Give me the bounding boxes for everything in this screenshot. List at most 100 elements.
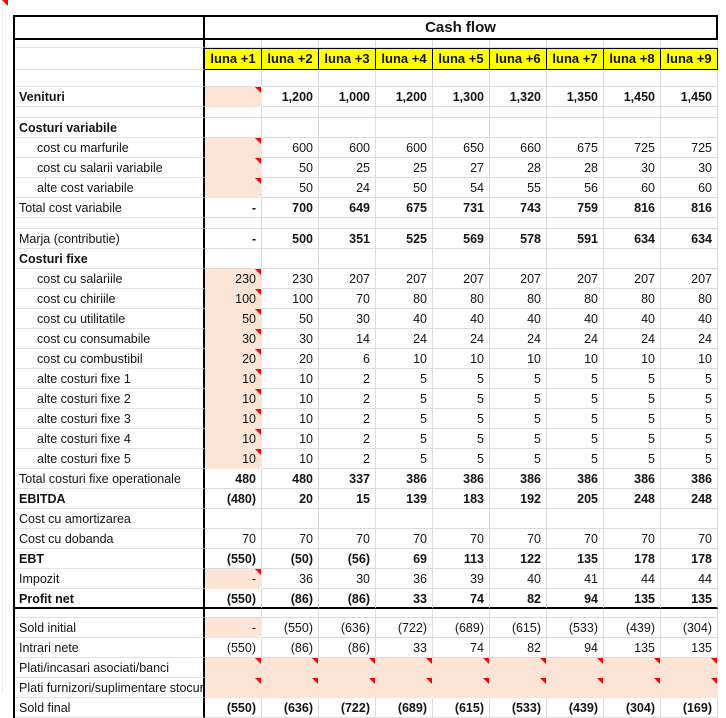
cell[interactable]	[433, 678, 490, 698]
column-header-luna-9[interactable]: luna +9	[661, 48, 718, 70]
cell[interactable]	[490, 658, 547, 678]
cell[interactable]: 41	[547, 569, 604, 589]
cell[interactable]: 5	[376, 449, 433, 469]
cell[interactable]: 70	[547, 529, 604, 549]
empty-cell[interactable]	[547, 218, 604, 229]
cell[interactable]: 100	[205, 289, 262, 309]
cell[interactable]: 5	[490, 409, 547, 429]
empty-cell[interactable]	[15, 218, 205, 229]
cell[interactable]: 569	[433, 229, 490, 249]
cell[interactable]: 50	[205, 309, 262, 329]
cell[interactable]: 816	[661, 198, 718, 218]
cell[interactable]: 5	[547, 449, 604, 469]
cell[interactable]: 759	[547, 198, 604, 218]
cell[interactable]: 5	[661, 369, 718, 389]
cell[interactable]: (304)	[604, 698, 661, 718]
cell[interactable]: 30	[319, 569, 376, 589]
cell[interactable]: 178	[604, 549, 661, 569]
empty-cell[interactable]	[262, 40, 319, 48]
cell[interactable]: 207	[661, 269, 718, 289]
cell[interactable]	[433, 118, 490, 138]
cell[interactable]: 10	[262, 429, 319, 449]
cell[interactable]: 5	[604, 389, 661, 409]
cell[interactable]: 10	[262, 449, 319, 469]
cell[interactable]	[376, 678, 433, 698]
cell[interactable]: 100	[262, 289, 319, 309]
cell[interactable]	[604, 658, 661, 678]
cell[interactable]: 40	[433, 309, 490, 329]
empty-cell[interactable]	[433, 609, 490, 618]
empty-cell[interactable]	[604, 107, 661, 118]
cell[interactable]	[205, 509, 262, 529]
empty-cell[interactable]	[205, 609, 262, 618]
row-label[interactable]: Intrari nete	[15, 638, 205, 658]
cell[interactable]: 2	[319, 389, 376, 409]
cell[interactable]: 122	[490, 549, 547, 569]
cell[interactable]: (439)	[604, 618, 661, 638]
cell[interactable]: 5	[376, 389, 433, 409]
cell[interactable]	[262, 118, 319, 138]
cell[interactable]: 207	[490, 269, 547, 289]
cell[interactable]: 80	[433, 289, 490, 309]
cell[interactable]: (550)	[262, 618, 319, 638]
empty-cell[interactable]	[376, 107, 433, 118]
cell[interactable]: 20	[205, 349, 262, 369]
cell[interactable]: 40	[376, 309, 433, 329]
cell[interactable]: 578	[490, 229, 547, 249]
cell[interactable]: (50)	[262, 549, 319, 569]
empty-cell[interactable]	[661, 70, 718, 87]
cell[interactable]: 725	[604, 138, 661, 158]
column-header-luna-6[interactable]: luna +6	[490, 48, 547, 70]
column-header-luna-3[interactable]: luna +3	[319, 48, 376, 70]
row-label[interactable]: Plati/incasari asociati/banci	[15, 658, 205, 678]
cell[interactable]: 10	[604, 349, 661, 369]
cell[interactable]: 700	[262, 198, 319, 218]
cell[interactable]: 192	[490, 489, 547, 509]
empty-cell[interactable]	[604, 609, 661, 618]
cell[interactable]: 70	[433, 529, 490, 549]
cell[interactable]: 178	[661, 549, 718, 569]
cell[interactable]: 230	[205, 269, 262, 289]
cell[interactable]: 1,000	[319, 87, 376, 107]
cell[interactable]	[490, 678, 547, 698]
cell[interactable]: 1,300	[433, 87, 490, 107]
cell[interactable]	[376, 249, 433, 269]
cell[interactable]: 44	[661, 569, 718, 589]
cell[interactable]: 10	[547, 349, 604, 369]
cell[interactable]: 70	[490, 529, 547, 549]
cell[interactable]	[490, 118, 547, 138]
empty-cell[interactable]	[376, 218, 433, 229]
cell[interactable]: 207	[319, 269, 376, 289]
cell[interactable]	[547, 658, 604, 678]
empty-cell[interactable]	[490, 609, 547, 618]
row-label[interactable]: cost cu combustibil	[15, 349, 205, 369]
empty-cell[interactable]	[376, 40, 433, 48]
cell[interactable]	[262, 509, 319, 529]
cell[interactable]: 386	[376, 469, 433, 489]
row-label[interactable]: cost cu chiriile	[15, 289, 205, 309]
cell[interactable]: 207	[376, 269, 433, 289]
cell[interactable]: (86)	[262, 589, 319, 609]
empty-cell[interactable]	[262, 107, 319, 118]
cell[interactable]: 5	[604, 429, 661, 449]
row-label[interactable]: cost cu utilitatile	[15, 309, 205, 329]
cell[interactable]: 50	[262, 158, 319, 178]
cell[interactable]: 5	[376, 369, 433, 389]
empty-cell[interactable]	[604, 70, 661, 87]
cell[interactable]: 675	[376, 198, 433, 218]
cell[interactable]: 139	[376, 489, 433, 509]
cell[interactable]: (636)	[262, 698, 319, 718]
column-header-luna-7[interactable]: luna +7	[547, 48, 604, 70]
cell[interactable]: 50	[376, 178, 433, 198]
cell[interactable]	[433, 658, 490, 678]
corner-cell[interactable]	[15, 17, 205, 38]
cell[interactable]: 386	[433, 469, 490, 489]
cell[interactable]: 205	[547, 489, 604, 509]
row-label[interactable]: Total cost variabile	[15, 198, 205, 218]
empty-cell[interactable]	[262, 609, 319, 618]
empty-cell[interactable]	[205, 40, 262, 48]
cell[interactable]: (636)	[319, 618, 376, 638]
cell[interactable]	[547, 509, 604, 529]
row-label[interactable]: Impozit	[15, 569, 205, 589]
column-header-luna-1[interactable]: luna +1	[205, 48, 262, 70]
